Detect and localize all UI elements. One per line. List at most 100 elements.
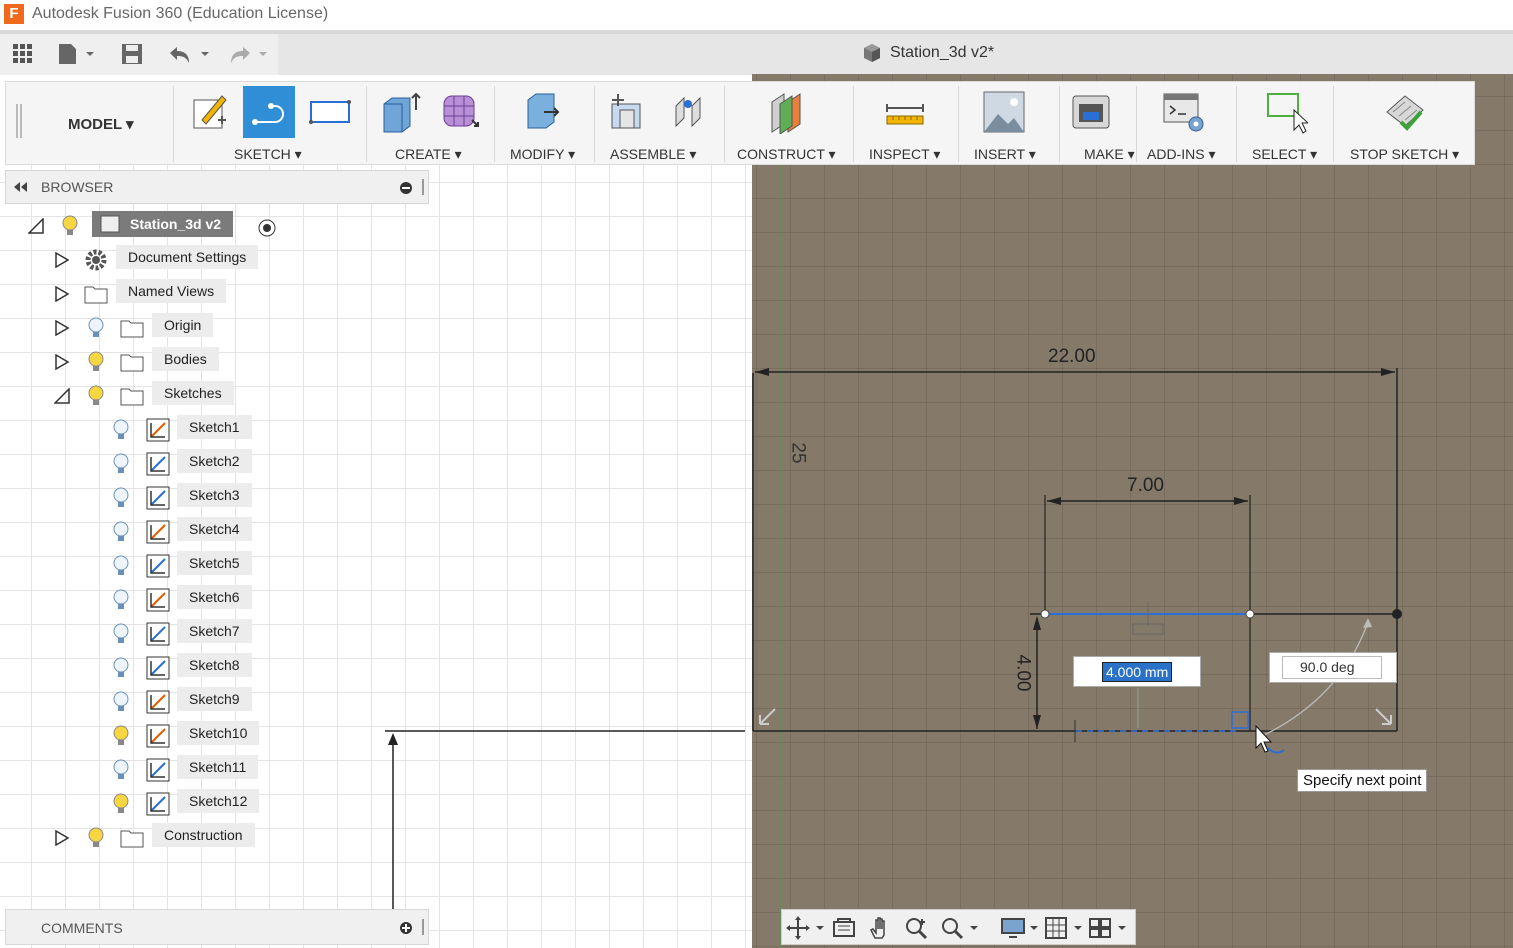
expand-triangle-icon[interactable]	[54, 830, 70, 846]
workspace-switcher[interactable]: MODEL ▾	[68, 115, 134, 133]
tree-item-sketch[interactable]: Sketch10	[113, 721, 313, 751]
tree-item-sketch[interactable]: Sketch6	[113, 585, 313, 615]
insert-menu[interactable]: INSERT ▾	[974, 146, 1036, 163]
display-settings-icon[interactable]	[1000, 916, 1040, 940]
angle-input-value[interactable]: 90.0 deg	[1300, 659, 1355, 675]
collapse-panel-icon[interactable]	[14, 182, 28, 192]
document-tab[interactable]: Station_3d v2*	[862, 43, 994, 63]
visibility-bulb-icon[interactable]	[88, 385, 104, 407]
inspect-menu[interactable]: INSPECT ▾	[869, 146, 940, 163]
undo-icon[interactable]	[166, 42, 212, 66]
visibility-bulb-off-icon[interactable]	[113, 759, 129, 781]
visibility-bulb-icon[interactable]	[88, 351, 104, 373]
insert-canvas-icon[interactable]	[978, 86, 1030, 138]
add-ins-menu[interactable]: ADD-INS ▾	[1147, 146, 1215, 163]
activate-radio-icon[interactable]	[258, 219, 276, 237]
dimension-7[interactable]: 7.00	[1127, 475, 1164, 497]
select-icon[interactable]	[1260, 86, 1312, 138]
make-menu[interactable]: MAKE ▾	[1084, 146, 1135, 163]
tree-item-bodies[interactable]: Bodies	[54, 347, 354, 377]
select-menu[interactable]: SELECT ▾	[1252, 146, 1317, 163]
add-comment-icon[interactable]	[399, 921, 413, 935]
dimension-4[interactable]: 4.00	[1011, 655, 1033, 692]
tree-item-sketch[interactable]: Sketch9	[113, 687, 313, 717]
visibility-bulb-off-icon[interactable]	[113, 419, 129, 441]
visibility-bulb-icon[interactable]	[113, 725, 129, 747]
tree-item-sketch[interactable]: Sketch12	[113, 789, 313, 819]
file-menu-icon[interactable]	[56, 42, 96, 66]
modify-menu[interactable]: MODIFY ▾	[510, 146, 575, 163]
stop-sketch-icon[interactable]	[1379, 86, 1431, 138]
rectangle-tool-icon[interactable]	[304, 86, 356, 138]
tree-item-sketch[interactable]: Sketch4	[113, 517, 313, 547]
tree-item-origin[interactable]: Origin	[54, 313, 354, 343]
tree-item-sketch[interactable]: Sketch5	[113, 551, 313, 581]
canvas-sketch-area[interactable]	[752, 74, 1513, 948]
create-menu[interactable]: CREATE ▾	[395, 146, 462, 163]
tree-item-sketches[interactable]: Sketches	[54, 381, 354, 411]
create-sketch-icon[interactable]	[184, 86, 236, 138]
length-input-value[interactable]: 4.000 mm	[1102, 662, 1173, 682]
look-at-icon[interactable]	[832, 916, 856, 940]
viewports-icon[interactable]	[1088, 916, 1130, 940]
ribbon-grip[interactable]	[16, 104, 22, 138]
zoom-window-icon[interactable]	[940, 916, 980, 940]
panel-handle[interactable]	[422, 919, 424, 935]
3d-print-icon[interactable]	[1065, 86, 1117, 138]
panel-handle[interactable]	[422, 179, 424, 195]
expand-triangle-icon[interactable]	[54, 354, 70, 370]
visibility-bulb-off-icon[interactable]	[88, 317, 104, 339]
zoom-icon[interactable]	[904, 916, 928, 940]
dimension-22[interactable]: 22.00	[1048, 346, 1096, 368]
visibility-bulb-off-icon[interactable]	[113, 487, 129, 509]
press-pull-icon[interactable]	[516, 86, 568, 138]
tree-root[interactable]: Station_3d v2	[28, 211, 328, 241]
joint-icon[interactable]	[662, 86, 714, 138]
expand-triangle-icon[interactable]	[54, 252, 70, 268]
app-grid-icon[interactable]	[12, 42, 34, 66]
create-form-icon[interactable]	[434, 86, 486, 138]
collapse-triangle-icon[interactable]	[28, 218, 44, 234]
line-tool-icon[interactable]	[243, 86, 295, 138]
extrude-icon[interactable]	[374, 86, 426, 138]
tree-item-construction[interactable]: Construction	[54, 823, 354, 853]
visibility-bulb-off-icon[interactable]	[113, 555, 129, 577]
visibility-bulb-off-icon[interactable]	[113, 589, 129, 611]
tree-item-named-views[interactable]: Named Views	[54, 279, 354, 309]
tree-item-sketch[interactable]: Sketch8	[113, 653, 313, 683]
visibility-bulb-off-icon[interactable]	[113, 453, 129, 475]
stop-sketch-menu[interactable]: STOP SKETCH ▾	[1350, 146, 1459, 163]
tree-item-sketch[interactable]: Sketch2	[113, 449, 313, 479]
tree-item-sketch[interactable]: Sketch11	[113, 755, 313, 785]
visibility-bulb-off-icon[interactable]	[113, 691, 129, 713]
assemble-menu[interactable]: ASSEMBLE ▾	[610, 146, 696, 163]
visibility-bulb-off-icon[interactable]	[113, 623, 129, 645]
length-input[interactable]: 4.000 mm	[1073, 656, 1201, 687]
tree-item-sketch[interactable]: Sketch7	[113, 619, 313, 649]
visibility-bulb-icon[interactable]	[88, 827, 104, 849]
dimension-25[interactable]: 25	[787, 442, 809, 463]
scripts-addins-icon[interactable]	[1158, 86, 1210, 138]
save-icon[interactable]	[120, 42, 144, 66]
angle-input[interactable]: 90.0 deg	[1269, 652, 1397, 683]
expand-triangle-icon[interactable]	[54, 320, 70, 336]
grid-settings-icon[interactable]	[1044, 916, 1084, 940]
sketch-menu[interactable]: SKETCH ▾	[234, 146, 302, 163]
visibility-bulb-icon[interactable]	[62, 215, 78, 237]
tree-item-document-settings[interactable]: Document Settings	[54, 245, 354, 275]
offset-plane-icon[interactable]	[762, 86, 814, 138]
new-component-icon[interactable]	[600, 86, 652, 138]
orbit-icon[interactable]	[786, 916, 824, 940]
expand-triangle-icon[interactable]	[54, 286, 70, 302]
collapse-triangle-icon[interactable]	[54, 388, 70, 404]
tree-item-sketch[interactable]: Sketch1	[113, 415, 313, 445]
visibility-bulb-off-icon[interactable]	[113, 657, 129, 679]
tree-item-sketch[interactable]: Sketch3	[113, 483, 313, 513]
visibility-bulb-icon[interactable]	[113, 793, 129, 815]
measure-icon[interactable]	[879, 86, 931, 138]
minimize-panel-icon[interactable]	[399, 181, 413, 195]
construct-menu[interactable]: CONSTRUCT ▾	[737, 146, 836, 163]
pan-hand-icon[interactable]	[868, 916, 892, 940]
redo-icon[interactable]	[224, 42, 270, 66]
visibility-bulb-off-icon[interactable]	[113, 521, 129, 543]
